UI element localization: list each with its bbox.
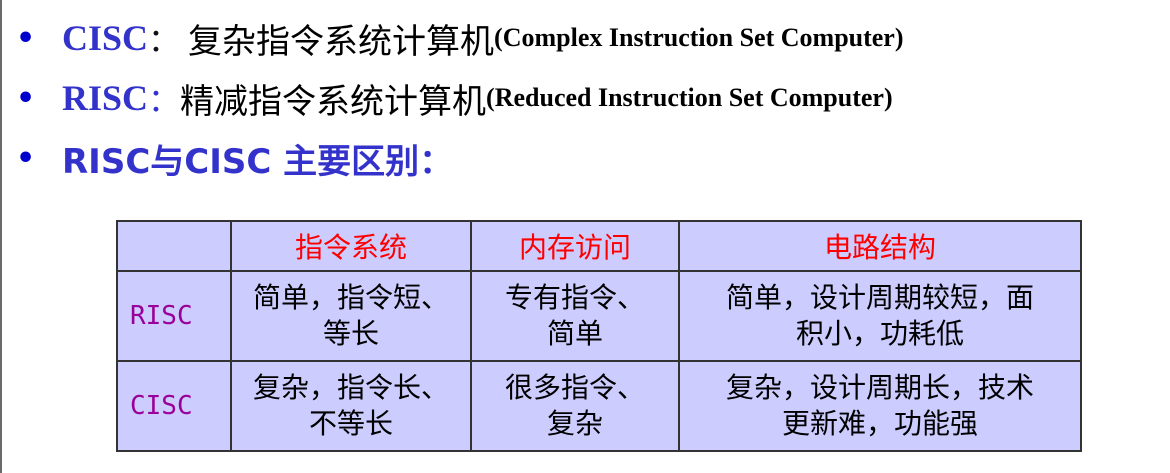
table-corner-cell: [116, 220, 232, 272]
table-row: CISC 复杂，指令长、 不等长 很多指令、 复杂 复杂，设计周期长，技术 更新…: [116, 360, 1082, 452]
risc-english-name: (Reduced Instruction Set Computer): [486, 83, 893, 112]
bullet-dot-icon: •: [16, 140, 36, 176]
cell-line: 专有指令、: [504, 281, 645, 314]
cell-line: 简单，指令短、: [252, 281, 449, 314]
bullet-cisc-definition: • CISC ： 复杂指令系统计算机 (Complex Instruction …: [14, 8, 1164, 68]
risc-chinese-name: 精减指令系统计算机: [180, 81, 487, 122]
cell-line: 等长: [322, 317, 379, 350]
header-instruction-set: 指令系统: [230, 220, 472, 272]
cell-line: 简单: [546, 317, 603, 350]
table-row: RISC 简单，指令短、 等长 专有指令、 简单 简单，设计周期较短，面 积小，…: [116, 270, 1082, 362]
difference-heading: RISC与CISC 主要区别：: [62, 141, 454, 182]
cisc-english-name: (Complex Instruction Set Computer): [494, 23, 904, 52]
cell-line: 更新难，功能强: [781, 407, 978, 440]
header-circuit-structure: 电路结构: [678, 220, 1082, 272]
cell-line: 不等长: [308, 407, 393, 440]
cell-line: 很多指令、: [504, 371, 645, 404]
bullet-risc-definition: • RISC ： 精减指令系统计算机 (Reduced Instruction …: [14, 68, 1164, 128]
cell-line: 复杂: [546, 407, 603, 440]
term-risc: RISC: [62, 78, 149, 118]
slide-left-border: [0, 0, 2, 473]
cisc-instruction-set-cell: 复杂，指令长、 不等长: [230, 360, 472, 452]
term-separator: ：: [148, 21, 181, 59]
row-label-cisc: CISC: [116, 360, 232, 452]
cell-line: 复杂，指令长、: [252, 371, 449, 404]
risc-memory-access-cell: 专有指令、 简单: [470, 270, 680, 362]
term-separator: ：: [148, 81, 181, 119]
risc-cisc-comparison-table: 指令系统 内存访问 电路结构 RISC 简单，指令短、 等长 专有指令、 简单 …: [116, 220, 1082, 452]
row-label-risc: RISC: [116, 270, 232, 362]
risc-circuit-structure-cell: 简单，设计周期较短，面 积小，功耗低: [678, 270, 1082, 362]
cell-line: 简单，设计周期较短，面: [725, 281, 1034, 314]
cisc-memory-access-cell: 很多指令、 复杂: [470, 360, 680, 452]
cisc-chinese-name: 复杂指令系统计算机: [188, 21, 495, 62]
header-memory-access: 内存访问: [470, 220, 680, 272]
cell-line: 积小，功耗低: [795, 317, 964, 350]
term-cisc: CISC: [62, 18, 149, 58]
cisc-circuit-structure-cell: 复杂，设计周期长，技术 更新难，功能强: [678, 360, 1082, 452]
bullet-difference-heading: • RISC与CISC 主要区别：: [14, 128, 1164, 188]
table-header-row: 指令系统 内存访问 电路结构: [116, 220, 1082, 272]
bullet-dot-icon: •: [16, 80, 36, 116]
cell-line: 复杂，设计周期长，技术: [725, 371, 1034, 404]
bullet-dot-icon: •: [16, 20, 36, 56]
risc-instruction-set-cell: 简单，指令短、 等长: [230, 270, 472, 362]
bullet-list: • CISC ： 复杂指令系统计算机 (Complex Instruction …: [14, 8, 1164, 188]
